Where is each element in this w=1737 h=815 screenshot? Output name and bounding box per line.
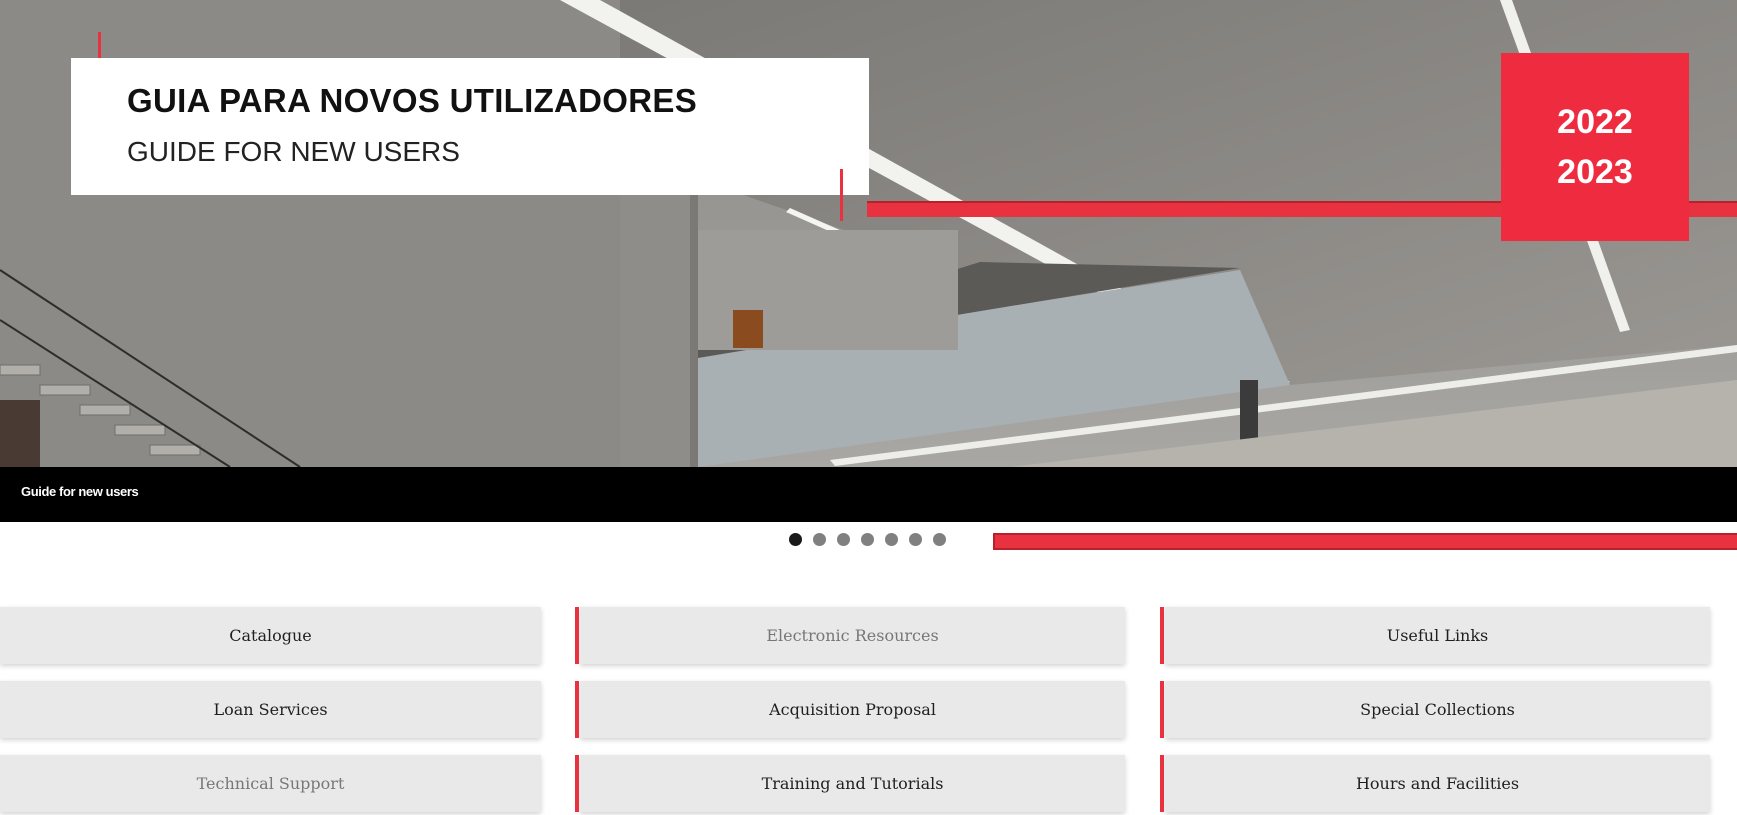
year-badge: 2022 2023 [1501, 53, 1689, 241]
carousel-dot-6[interactable] [909, 533, 922, 546]
accent-line-divider [993, 533, 1737, 550]
accent-tick-bottom [840, 169, 843, 221]
year-end: 2023 [1557, 153, 1633, 191]
link-catalogue[interactable]: Catalogue [0, 607, 541, 664]
carousel-indicators [789, 533, 946, 546]
link-hours-facilities[interactable]: Hours and Facilities [1160, 755, 1710, 812]
hero-banner[interactable]: GUIA PARA NOVOS UTILIZADORES GUIDE FOR N… [0, 0, 1737, 467]
year-start: 2022 [1557, 103, 1633, 141]
carousel-dot-4[interactable] [861, 533, 874, 546]
carousel-dot-5[interactable] [885, 533, 898, 546]
link-electronic-resources[interactable]: Electronic Resources [575, 607, 1125, 664]
link-special-collections[interactable]: Special Collections [1160, 681, 1710, 738]
carousel-dot-2[interactable] [813, 533, 826, 546]
link-training-tutorials[interactable]: Training and Tutorials [575, 755, 1125, 812]
carousel-dot-1[interactable] [789, 533, 802, 546]
link-loan-services[interactable]: Loan Services [0, 681, 541, 738]
hero-subtitle: GUIDE FOR NEW USERS [127, 136, 460, 167]
hero-title: GUIA PARA NOVOS UTILIZADORES [127, 82, 698, 119]
link-acquisition-proposal[interactable]: Acquisition Proposal [575, 681, 1125, 738]
title-card: GUIA PARA NOVOS UTILIZADORES GUIDE FOR N… [71, 58, 869, 195]
slide-caption: Guide for new users [21, 484, 139, 499]
slide-caption-bar: Guide for new users [0, 467, 1737, 522]
carousel-dot-7[interactable] [933, 533, 946, 546]
link-useful-links[interactable]: Useful Links [1160, 607, 1710, 664]
carousel-dot-3[interactable] [837, 533, 850, 546]
link-technical-support[interactable]: Technical Support [0, 755, 541, 812]
